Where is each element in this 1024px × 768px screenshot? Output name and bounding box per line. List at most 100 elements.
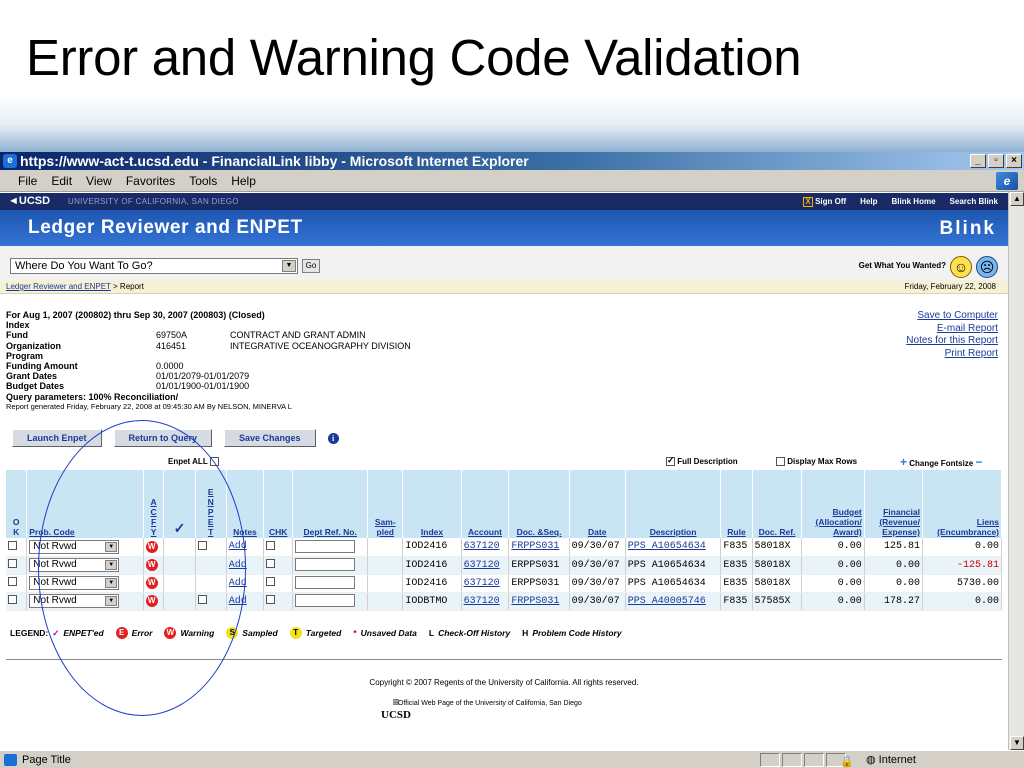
dept-ref-input[interactable] (295, 576, 356, 590)
happy-face-icon[interactable]: ☺ (950, 256, 972, 278)
scroll-down-icon[interactable]: ▼ (1010, 736, 1024, 750)
menu-file[interactable]: File (18, 170, 37, 191)
minus-icon[interactable]: − (976, 455, 983, 469)
account-link[interactable]: 637120 (464, 560, 500, 571)
dept-ref-cell (292, 556, 369, 575)
minimize-icon[interactable]: _ (970, 154, 986, 168)
chk-checkbox[interactable] (266, 577, 276, 587)
dept-ref-cell (292, 574, 369, 593)
save-changes-button[interactable]: Save Changes (224, 429, 316, 447)
budget-cell: 0.00 (801, 556, 865, 575)
scroll-up-icon[interactable]: ▲ (1010, 192, 1024, 206)
doc-seq-link[interactable]: FRPPS031 (511, 596, 559, 607)
go-button[interactable]: Go (302, 259, 320, 273)
dept-ref-input[interactable] (295, 540, 356, 554)
menu-view[interactable]: View (86, 170, 112, 191)
plus-icon[interactable]: + (900, 455, 907, 469)
col-date[interactable]: Date (569, 470, 626, 538)
description-cell: PPS A10654634 (625, 538, 722, 557)
ok-checkbox[interactable] (8, 595, 17, 605)
print-report-link[interactable]: Print Report (906, 348, 998, 361)
menu-favorites[interactable]: Favorites (126, 170, 175, 191)
account-cell: 637120 (461, 556, 510, 575)
doc-ref-cell: 58018X (752, 574, 803, 593)
status-panel (782, 753, 802, 767)
breadcrumb-ledger-link[interactable]: Ledger Reviewer and ENPET (6, 282, 111, 291)
sad-face-icon[interactable]: ☹ (976, 256, 998, 278)
budget-cell: 0.00 (801, 574, 865, 593)
lock-icon: 🔒 (840, 756, 854, 768)
help-link[interactable]: Help (860, 193, 877, 210)
col-sampled[interactable]: Sam-pled (367, 470, 404, 538)
chevron-down-icon: ▼ (282, 260, 296, 272)
financial-cell: 0.00 (864, 556, 923, 575)
col-financial[interactable]: Financial (Revenue/ Expense) (864, 470, 923, 538)
menu-tools[interactable]: Tools (189, 170, 217, 191)
notes-link[interactable]: Notes for this Report (906, 335, 998, 348)
sampled-cell (367, 538, 404, 557)
info-icon[interactable]: i (327, 432, 339, 444)
col-chk[interactable]: CHK (263, 470, 294, 538)
close-icon[interactable]: × (1006, 154, 1022, 168)
chk-checkbox[interactable] (266, 541, 276, 551)
ok-checkbox[interactable] (8, 559, 17, 569)
col-doc-ref[interactable]: Doc. Ref. (752, 470, 803, 538)
blink-logo[interactable]: Blink (940, 218, 996, 240)
ok-checkbox[interactable] (8, 541, 17, 551)
col-doc-seq[interactable]: Doc. &Seq. (508, 470, 570, 538)
dept-ref-cell (292, 538, 369, 557)
date-cell: 09/30/07 (569, 574, 626, 593)
dept-ref-input[interactable] (295, 594, 356, 608)
unsaved-icon: * (353, 628, 357, 638)
restore-icon[interactable]: ▫ (988, 154, 1004, 168)
col-rule[interactable]: Rule (720, 470, 753, 538)
col-dept-ref[interactable]: Dept Ref. No. (292, 470, 369, 538)
goto-select[interactable]: Where Do You Want To Go? ▼ (10, 258, 298, 274)
doc-seq-link[interactable]: FRPPS031 (511, 541, 559, 552)
blink-home-link[interactable]: Blink Home (892, 193, 936, 210)
ok-cell (6, 592, 28, 611)
sampled-cell (367, 574, 404, 593)
legend-label: LEGEND: (10, 628, 49, 638)
ok-cell (6, 538, 28, 557)
col-index[interactable]: Index (402, 470, 462, 538)
col-liens[interactable]: Liens (Encumbrance) (922, 470, 1003, 538)
description-link[interactable]: PPS A10654634 (628, 541, 706, 552)
sign-off-link[interactable]: X Sign Off (803, 193, 846, 210)
app-title: Ledger Reviewer and ENPET (28, 217, 303, 238)
search-blink-link[interactable]: Search Blink (950, 193, 998, 210)
email-report-link[interactable]: E-mail Report (906, 323, 998, 336)
full-description-checkbox[interactable] (666, 455, 675, 467)
menu-bar: File Edit View Favorites Tools Help (0, 170, 1024, 192)
legend-problem-history: Problem Code History (532, 628, 622, 638)
account-cell: 637120 (461, 538, 510, 557)
index-cell: IOD2416 (402, 556, 462, 575)
ucsd-logo[interactable]: ◄UCSD (8, 193, 50, 210)
ie-logo-icon: e (996, 172, 1018, 190)
max-rows-checkbox[interactable] (776, 457, 785, 467)
info-row-organization: Organization 416451 INTEGRATIVE OCEANOGRAP… (6, 340, 411, 351)
account-link[interactable]: 637120 (464, 578, 500, 589)
ok-checkbox[interactable] (8, 577, 17, 587)
rule-cell: E835 (720, 574, 753, 593)
query-parameters: Query parameters: 100% Reconciliation/ (6, 391, 179, 402)
ucsd-subtitle: UNIVERSITY OF CALIFORNIA, SAN DIEGO (68, 197, 239, 206)
rule-cell: F835 (720, 538, 753, 557)
dept-ref-input[interactable] (295, 558, 356, 572)
menu-edit[interactable]: Edit (51, 170, 72, 191)
col-description[interactable]: Description (625, 470, 722, 538)
col-account[interactable]: Account (461, 470, 510, 538)
nav-row: Where Do You Want To Go? ▼ Go Get What Y… (0, 246, 1008, 280)
vertical-scrollbar[interactable]: ▲ ▼ (1008, 192, 1024, 750)
description-link[interactable]: PPS A40005746 (628, 596, 706, 607)
financial-cell: 0.00 (864, 574, 923, 593)
account-link[interactable]: 637120 (464, 596, 500, 607)
col-budget[interactable]: Budget (Allocation/ Award) (801, 470, 865, 538)
account-link[interactable]: 637120 (464, 541, 500, 552)
save-to-computer-link[interactable]: Save to Computer (906, 310, 998, 323)
menu-help[interactable]: Help (231, 170, 256, 191)
doc-seq-cell: ERPPS031 (508, 556, 570, 575)
chk-checkbox[interactable] (266, 559, 276, 569)
chk-checkbox[interactable] (266, 595, 276, 605)
liens-cell: 0.00 (922, 592, 1003, 611)
